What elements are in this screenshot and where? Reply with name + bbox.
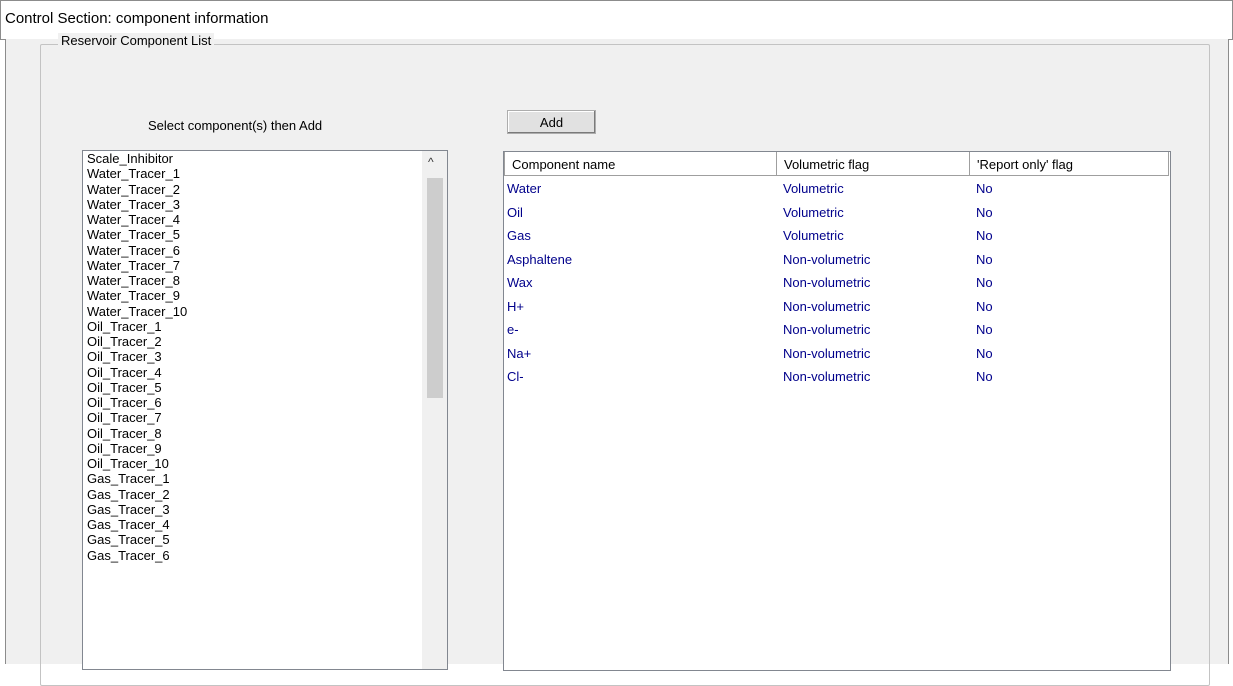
cell-component-name: Cl- [507, 369, 524, 384]
list-item[interactable]: Oil_Tracer_3 [83, 349, 447, 364]
list-item[interactable]: Oil_Tracer_4 [83, 365, 447, 380]
chevron-up-icon[interactable]: ^ [428, 155, 434, 169]
list-item[interactable]: Oil_Tracer_7 [83, 410, 447, 425]
cell-component-name: Wax [507, 275, 533, 290]
table-row[interactable]: Na+ Non-volumetric No [504, 342, 1170, 365]
add-button[interactable]: Add [507, 110, 596, 134]
list-item[interactable]: Water_Tracer_8 [83, 273, 447, 288]
list-item[interactable]: Water_Tracer_7 [83, 258, 447, 273]
list-item[interactable]: Oil_Tracer_1 [83, 319, 447, 334]
list-item[interactable]: Water_Tracer_9 [83, 288, 447, 303]
list-item[interactable]: Water_Tracer_5 [83, 227, 447, 242]
cell-report-only-flag: No [976, 275, 993, 290]
cell-volumetric-flag: Non-volumetric [783, 322, 871, 337]
list-item[interactable]: Water_Tracer_3 [83, 197, 447, 212]
list-item[interactable]: Gas_Tracer_4 [83, 517, 447, 532]
cell-volumetric-flag: Non-volumetric [783, 298, 871, 314]
table-row[interactable]: Wax Non-volumetric No [504, 271, 1170, 294]
cell-volumetric-flag: Volumetric [783, 204, 844, 220]
cell-volumetric-flag: Non-volumetric [783, 369, 871, 384]
list-item[interactable]: Gas_Tracer_6 [83, 548, 447, 563]
cell-report-only-flag: No [976, 251, 993, 267]
cell-volumetric-flag: Volumetric [783, 228, 844, 243]
list-item[interactable]: Water_Tracer_1 [83, 166, 447, 181]
cell-component-name: Gas [507, 228, 531, 243]
cell-component-name: H+ [507, 298, 524, 314]
available-components-list[interactable]: Scale_Inhibitor Water_Tracer_1 Water_Trace… [82, 150, 448, 670]
scrollbar-thumb[interactable] [427, 178, 443, 398]
list-item[interactable]: Oil_Tracer_2 [83, 334, 447, 349]
list-item[interactable]: Water_Tracer_6 [83, 243, 447, 258]
cell-report-only-flag: No [976, 181, 993, 196]
cell-report-only-flag: No [976, 345, 993, 361]
table-row[interactable]: Gas Volumetric No [504, 224, 1170, 247]
cell-component-name: Oil [507, 204, 523, 220]
cell-volumetric-flag: Non-volumetric [783, 275, 871, 290]
cell-report-only-flag: No [976, 204, 993, 220]
list-item[interactable]: Water_Tracer_10 [83, 304, 447, 319]
group-label: Reservoir Component List [58, 33, 215, 48]
list-item[interactable]: Gas_Tracer_2 [83, 487, 447, 502]
cell-component-name: Asphaltene [507, 251, 573, 267]
list-item[interactable]: Gas_Tracer_1 [83, 471, 447, 486]
column-header-volumetric-flag[interactable]: Volumetric flag [776, 152, 970, 176]
window-title: Control Section: component information [5, 10, 269, 27]
column-header-report-only-flag[interactable]: 'Report only' flag [969, 152, 1169, 176]
cell-report-only-flag: No [976, 322, 993, 337]
list-scrollbar[interactable]: ^ [422, 151, 447, 669]
list-item[interactable]: Oil_Tracer_10 [83, 456, 447, 471]
list-item[interactable]: Oil_Tracer_9 [83, 441, 447, 456]
cell-component-name: Na+ [507, 345, 532, 361]
select-caption: Select component(s) then Add [148, 118, 323, 133]
list-item[interactable]: Oil_Tracer_6 [83, 395, 447, 410]
cell-component-name: Water [507, 181, 542, 196]
list-item[interactable]: Oil_Tracer_8 [83, 426, 447, 441]
list-item[interactable]: Gas_Tracer_3 [83, 502, 447, 517]
cell-report-only-flag: No [976, 369, 993, 384]
selected-components-table: Component name Volumetric flag 'Report o… [503, 151, 1171, 671]
list-item[interactable]: Water_Tracer_4 [83, 212, 447, 227]
table-row[interactable]: Oil Volumetric No [504, 201, 1170, 224]
cell-volumetric-flag: Non-volumetric [783, 345, 871, 361]
list-items: Scale_Inhibitor Water_Tracer_1 Water_Trace… [83, 151, 447, 563]
column-header-component-name[interactable]: Component name [504, 152, 777, 176]
cell-report-only-flag: No [976, 298, 993, 314]
list-item[interactable]: Water_Tracer_2 [83, 182, 447, 197]
cell-volumetric-flag: Volumetric [783, 181, 844, 196]
table-row[interactable]: Water Volumetric No [504, 177, 1170, 200]
cell-report-only-flag: No [976, 228, 993, 243]
list-item[interactable]: Gas_Tracer_5 [83, 532, 447, 547]
table-row[interactable]: e- Non-volumetric No [504, 318, 1170, 341]
table-row[interactable]: Cl- Non-volumetric No [504, 365, 1170, 388]
list-item[interactable]: Oil_Tracer_5 [83, 380, 447, 395]
list-item[interactable]: Scale_Inhibitor [83, 151, 447, 166]
table-row[interactable]: H+ Non-volumetric No [504, 295, 1170, 318]
table-row[interactable]: Asphaltene Non-volumetric No [504, 248, 1170, 271]
cell-component-name: e- [507, 322, 519, 337]
cell-volumetric-flag: Non-volumetric [783, 251, 871, 267]
table-header: Component name Volumetric flag 'Report o… [504, 152, 1170, 177]
